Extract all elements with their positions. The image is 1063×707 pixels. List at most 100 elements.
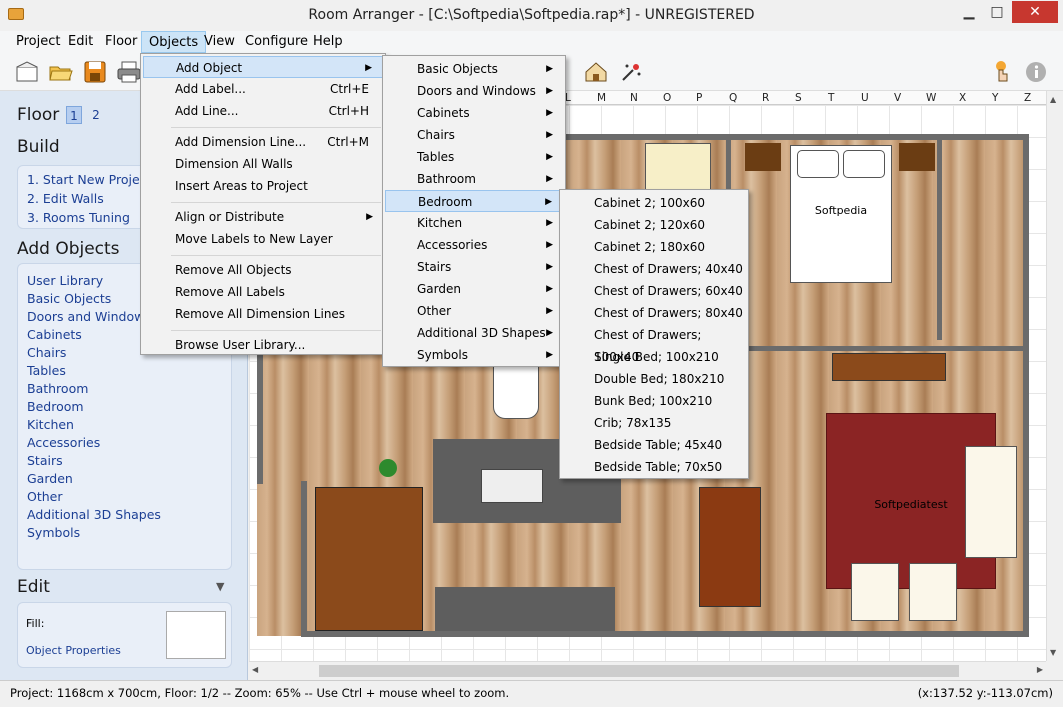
menu-item-add-label[interactable]: Add Label... Ctrl+E <box>143 78 383 100</box>
menu-configure[interactable]: Configure <box>238 31 315 53</box>
bathtub[interactable] <box>645 143 711 191</box>
menu-item-insert-areas[interactable]: Insert Areas to Project <box>143 175 383 197</box>
menu-item-remove-all-labels[interactable]: Remove All Labels <box>143 281 383 303</box>
submenu-accessories[interactable]: Accessories ▶ <box>385 234 563 256</box>
ruler-label: T <box>828 92 835 104</box>
new-icon[interactable] <box>14 59 40 85</box>
submenu-garden[interactable]: Garden ▶ <box>385 278 563 300</box>
submenu-cabinets[interactable]: Cabinets ▶ <box>385 102 563 124</box>
bedroom-item[interactable]: Chest of Drawers; 60x40 <box>562 280 746 302</box>
submenu-kitchen[interactable]: Kitchen ▶ <box>385 212 563 234</box>
menu-item-move-labels[interactable]: Move Labels to New Layer <box>143 228 383 250</box>
double-bed[interactable]: Softpedia <box>790 145 892 283</box>
sidebar-item-tables[interactable]: Tables <box>27 363 66 378</box>
bedroom-item[interactable]: Bedside Table; 45x40 <box>562 434 746 456</box>
menu-item-remove-all-dimension-lines[interactable]: Remove All Dimension Lines <box>143 303 383 325</box>
scroll-right-icon[interactable]: ▶ <box>1037 665 1043 674</box>
bedroom-item[interactable]: Bedside Table; 70x50 <box>562 456 746 478</box>
sidebar-item-chairs[interactable]: Chairs <box>27 345 66 360</box>
sidebar-item-bedroom[interactable]: Bedroom <box>27 399 84 414</box>
submenu-bedroom[interactable]: Bedroom ▶ <box>385 190 563 212</box>
horizontal-scrollbar[interactable]: ◀ ▶ <box>249 661 1046 680</box>
help-pointer-icon[interactable] <box>989 59 1015 85</box>
save-icon[interactable] <box>82 59 108 85</box>
submenu-tables[interactable]: Tables ▶ <box>385 146 563 168</box>
sidebar-item-user-library[interactable]: User Library <box>27 273 103 288</box>
bottom-counter[interactable] <box>435 587 615 631</box>
menu-item-remove-all-objects[interactable]: Remove All Objects <box>143 259 383 281</box>
submenu-doors-windows[interactable]: Doors and Windows ▶ <box>385 80 563 102</box>
menu-item-add-dimension-line[interactable]: Add Dimension Line... Ctrl+M <box>143 131 383 153</box>
sidebar-item-cabinets[interactable]: Cabinets <box>27 327 82 342</box>
scroll-up-icon[interactable]: ▲ <box>1050 95 1056 104</box>
armchair[interactable] <box>851 563 899 621</box>
menu-help[interactable]: Help <box>306 31 350 53</box>
sidebar-item-kitchen[interactable]: Kitchen <box>27 417 74 432</box>
scroll-down-icon[interactable]: ▼ <box>1050 648 1056 657</box>
submenu-basic-objects[interactable]: Basic Objects ▶ <box>385 58 563 80</box>
print-icon[interactable] <box>116 59 142 85</box>
object-properties-link[interactable]: Object Properties <box>26 644 121 657</box>
staircase[interactable] <box>315 487 423 631</box>
menu-view[interactable]: View <box>197 31 242 53</box>
bedroom-item[interactable]: Bunk Bed; 100x210 <box>562 390 746 412</box>
info-icon[interactable] <box>1023 59 1049 85</box>
sidebar-item-bathroom[interactable]: Bathroom <box>27 381 88 396</box>
sidebar-item-garden[interactable]: Garden <box>27 471 73 486</box>
scroll-thumb[interactable] <box>319 665 959 677</box>
bedroom-item[interactable]: Cabinet 2; 100x60 <box>562 192 746 214</box>
sidebar-item-doors-windows[interactable]: Doors and Windows <box>27 309 151 324</box>
bedroom-item[interactable]: Crib; 78x135 <box>562 412 746 434</box>
sidebar-item-stairs[interactable]: Stairs <box>27 453 63 468</box>
start-new-project-link[interactable]: 1. Start New Project <box>27 172 151 187</box>
submenu-other[interactable]: Other ▶ <box>385 300 563 322</box>
bedroom-item[interactable]: Cabinet 2; 120x60 <box>562 214 746 236</box>
submenu-bathroom[interactable]: Bathroom ▶ <box>385 168 563 190</box>
bedroom-item[interactable]: Chest of Drawers; 40x40 <box>562 258 746 280</box>
menu-item-dimension-all-walls[interactable]: Dimension All Walls <box>143 153 383 175</box>
magic-icon[interactable] <box>617 59 643 85</box>
tv-stand[interactable] <box>832 353 946 381</box>
edit-collapse-icon[interactable]: ▼ <box>216 580 224 593</box>
menu-item-add-object[interactable]: Add Object ▶ <box>143 56 383 78</box>
menu-project[interactable]: Project <box>9 31 67 53</box>
floor-tab-1[interactable]: 1 <box>66 106 82 124</box>
minimize-button[interactable]: ▁ <box>955 1 983 23</box>
sofa[interactable] <box>965 446 1017 558</box>
plant[interactable] <box>379 459 397 477</box>
submenu-stairs[interactable]: Stairs ▶ <box>385 256 563 278</box>
rooms-tuning-link[interactable]: 3. Rooms Tuning <box>27 210 130 225</box>
floor-tab-2[interactable]: 2 <box>88 106 104 124</box>
submenu-chairs[interactable]: Chairs ▶ <box>385 124 563 146</box>
maximize-button[interactable]: □ <box>983 1 1011 23</box>
bedroom-item[interactable]: Chest of Drawers; 100x40 <box>562 324 746 364</box>
sidebar-item-symbols[interactable]: Symbols <box>27 525 80 540</box>
close-button[interactable]: ✕ <box>1012 1 1058 23</box>
submenu-3d-shapes[interactable]: Additional 3D Shapes ▶ <box>385 322 563 344</box>
bedroom-item[interactable]: Double Bed; 180x210 <box>562 368 746 390</box>
armchair[interactable] <box>909 563 957 621</box>
vertical-scrollbar[interactable]: ▲ ▼ <box>1046 91 1063 661</box>
bedroom-item[interactable]: Chest of Drawers; 80x40 <box>562 302 746 324</box>
menu-item-add-line[interactable]: Add Line... Ctrl+H <box>143 100 383 122</box>
sink[interactable] <box>493 359 539 419</box>
bedroom-item[interactable]: Cabinet 2; 180x60 <box>562 236 746 258</box>
sidebar-item-basic-objects[interactable]: Basic Objects <box>27 291 111 306</box>
menu-item-browse-user-library[interactable]: Browse User Library... <box>143 334 383 356</box>
bedside-table[interactable] <box>745 143 781 171</box>
fill-swatch[interactable] <box>166 611 226 659</box>
menu-edit[interactable]: Edit <box>61 31 100 53</box>
menu-floor[interactable]: Floor <box>98 31 144 53</box>
sidebar-item-3d-shapes[interactable]: Additional 3D Shapes <box>27 507 161 522</box>
open-icon[interactable] <box>48 59 74 85</box>
scroll-left-icon[interactable]: ◀ <box>252 665 258 674</box>
house-icon[interactable] <box>583 59 609 85</box>
submenu-symbols[interactable]: Symbols ▶ <box>385 344 563 366</box>
menu-item-align-distribute[interactable]: Align or Distribute ▶ <box>143 206 383 228</box>
dining-table[interactable] <box>699 487 761 607</box>
bedside-table[interactable] <box>899 143 935 171</box>
edit-walls-link[interactable]: 2. Edit Walls <box>27 191 104 206</box>
sidebar-item-other[interactable]: Other <box>27 489 63 504</box>
sidebar-item-accessories[interactable]: Accessories <box>27 435 100 450</box>
bedroom-item[interactable]: Single Bed; 100x210 <box>562 346 746 368</box>
